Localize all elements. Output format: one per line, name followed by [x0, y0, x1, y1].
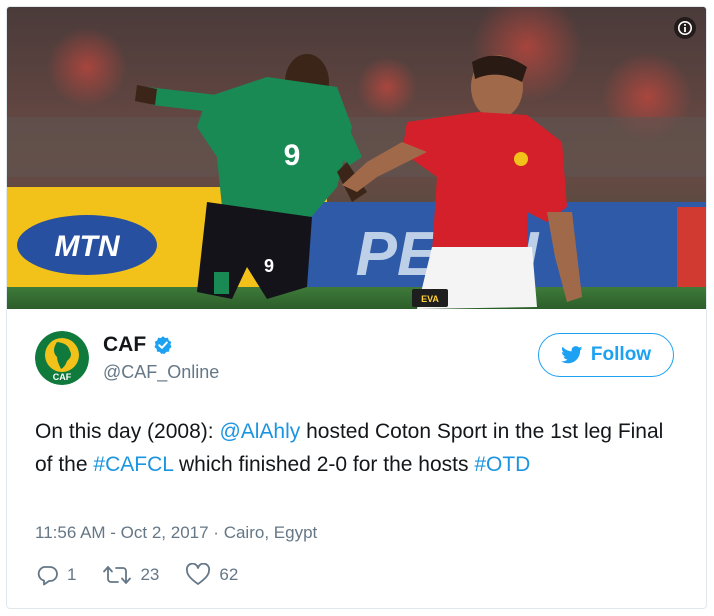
reply-count: 1	[67, 565, 77, 584]
tweet-photo[interactable]: MTN PEPSI 9 9	[7, 7, 706, 309]
tweet-text: On this day (2008): @AlAhly hosted Coton…	[35, 415, 675, 481]
tweet-header: CAF CAF @CAF_Online Follow	[35, 329, 678, 399]
twitter-bird-icon	[561, 346, 583, 364]
like-count: 62	[219, 565, 239, 584]
shorts-badge: EVA	[421, 294, 439, 304]
author-names: CAF @CAF_Online	[103, 333, 219, 383]
like-button[interactable]: 62	[185, 563, 238, 587]
avatar-text: CAF	[53, 372, 72, 382]
tweet-meta: 11:56 AM - Oct 2, 2017 · Cairo, Egypt	[35, 523, 317, 543]
author-name-row[interactable]: CAF	[103, 333, 219, 357]
media-info-icon[interactable]	[674, 17, 696, 39]
hashtag-link[interactable]: #CAFCL	[93, 453, 173, 476]
reply-button[interactable]: 1	[35, 563, 76, 587]
football-photo: MTN PEPSI 9 9	[7, 7, 706, 309]
tweet-text-segment: which finished 2-0 for the hosts	[173, 453, 475, 476]
tweet-text-segment: On this day (2008):	[35, 420, 220, 443]
follow-button[interactable]: Follow	[538, 333, 674, 377]
tweet-card: MTN PEPSI 9 9	[6, 6, 707, 609]
author-handle[interactable]: @CAF_Online	[103, 362, 219, 383]
reply-icon	[35, 563, 59, 587]
hashtag-link[interactable]: #OTD	[474, 453, 530, 476]
mention-link[interactable]: @AlAhly	[219, 420, 300, 443]
heart-icon	[185, 563, 211, 587]
tweet-timestamp[interactable]: 11:56 AM - Oct 2, 2017	[35, 523, 209, 542]
verified-badge-icon	[153, 335, 173, 355]
avatar[interactable]: CAF	[35, 331, 89, 385]
author-display-name[interactable]: CAF	[103, 333, 146, 357]
tweet-location[interactable]: Cairo, Egypt	[224, 523, 318, 542]
retweet-icon	[102, 563, 132, 587]
tweet-actions: 1 23 62	[35, 563, 264, 587]
follow-button-label: Follow	[590, 344, 652, 365]
meta-separator: ·	[213, 523, 219, 542]
retweet-button[interactable]: 23	[102, 563, 159, 587]
jersey-number-left: 9	[284, 139, 301, 172]
shorts-number-left: 9	[264, 256, 274, 276]
sponsor-left-text: MTN	[55, 230, 121, 263]
retweet-count: 23	[140, 565, 160, 584]
